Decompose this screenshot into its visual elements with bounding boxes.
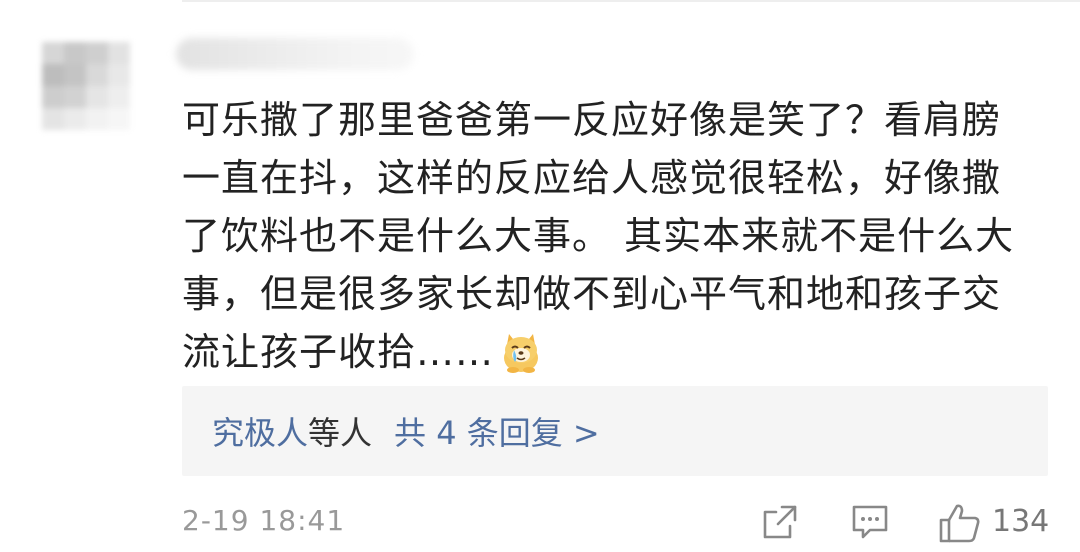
top-divider — [182, 0, 1080, 2]
comment-line: 流让孩子收拾…… — [182, 323, 1052, 381]
comment-line: 一直在抖，这样的反应给人感觉很轻松，好像撒 — [182, 156, 1002, 200]
replies-preview[interactable]: 究极人 等人 共 4 条回复 > — [182, 386, 1048, 476]
like-icon[interactable] — [938, 502, 982, 544]
reply-count-link[interactable]: 共 4 条回复 > — [394, 408, 600, 454]
comment-line: 了饮料也不是什么大事。 其实本来就不是什么大 — [182, 214, 1015, 258]
timestamp: 2-19 18:41 — [182, 504, 346, 537]
comment-icon[interactable] — [850, 502, 890, 542]
comment-line: 事，但是很多家长却做不到心平气和地和孩子交 — [182, 272, 1002, 316]
doge-tears-emoji — [504, 333, 539, 373]
comment-footer: 2-19 18:41 134 — [182, 500, 1050, 546]
reply-username[interactable]: 究极人 — [212, 408, 308, 454]
like-count: 134 — [992, 504, 1050, 539]
comment-line: 可乐撒了那里爸爸第一反应好像是笑了？看肩膀 — [182, 98, 1002, 142]
username[interactable] — [176, 38, 414, 70]
share-icon[interactable] — [760, 502, 800, 542]
avatar[interactable] — [42, 42, 130, 130]
comment-text: 可乐撒了那里爸爸第一反应好像是笑了？看肩膀 一直在抖，这样的反应给人感觉很轻松，… — [182, 91, 1052, 381]
reply-others-text: 等人 — [308, 414, 373, 452]
comment-line-text: 流让孩子收拾…… — [182, 330, 495, 374]
